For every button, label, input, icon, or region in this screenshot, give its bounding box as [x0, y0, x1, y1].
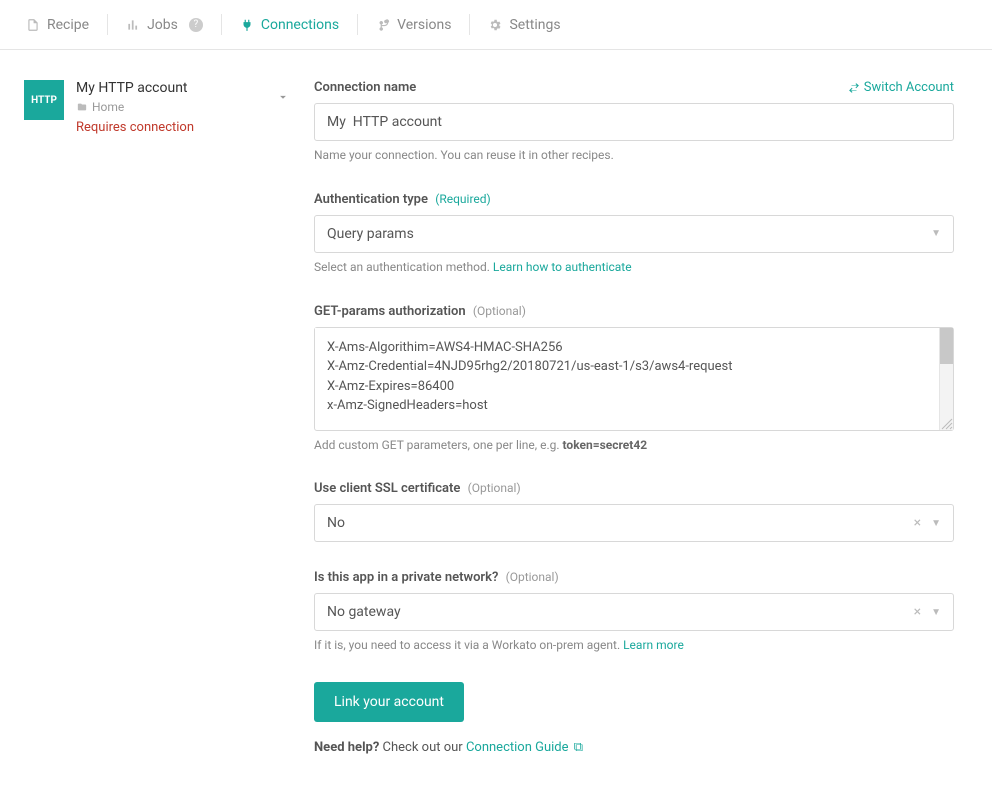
field-label: GET-params authorization [314, 304, 466, 319]
switch-account-link[interactable]: Switch Account [848, 80, 954, 95]
connection-location: Home [76, 100, 260, 114]
http-app-icon: HTTP [24, 80, 64, 120]
tab-recipe[interactable]: Recipe [8, 17, 107, 33]
select-value: No [327, 515, 345, 531]
sidebar: HTTP My HTTP account Home Requires conne… [24, 80, 294, 755]
optional-tag: (Optional) [506, 570, 559, 584]
tab-label: Recipe [47, 17, 89, 33]
main: HTTP My HTTP account Home Requires conne… [0, 50, 992, 795]
link-account-button[interactable]: Link your account [314, 682, 464, 722]
select-value: Query params [327, 226, 414, 242]
tab-label: Connections [261, 17, 339, 33]
hint-text: Add custom GET parameters, one per line,… [314, 438, 563, 452]
tab-label: Settings [509, 17, 560, 33]
caret-down-icon: ▼ [931, 228, 941, 239]
connection-title: My HTTP account [76, 80, 260, 96]
private-network-select[interactable]: No gateway × ▼ [314, 593, 954, 631]
gear-icon [488, 18, 502, 32]
plug-icon [240, 18, 254, 32]
swap-icon [848, 82, 860, 94]
connection-status: Requires connection [76, 120, 260, 135]
required-tag: (Required) [435, 192, 490, 206]
help-icon[interactable]: ? [189, 18, 203, 32]
field-ssl: Use client SSL certificate (Optional) No… [314, 481, 954, 542]
resize-handle[interactable] [939, 416, 953, 430]
help-prefix: Need help? [314, 740, 379, 755]
home-label: Home [92, 100, 124, 114]
help-middle: Check out our [379, 740, 466, 755]
field-label: Is this app in a private network? [314, 570, 498, 585]
connection-name-input[interactable] [314, 103, 954, 141]
field-auth-type: Authentication type (Required) Query par… [314, 192, 954, 276]
tab-jobs[interactable]: Jobs ? [108, 17, 221, 33]
ssl-select[interactable]: No × ▼ [314, 504, 954, 542]
field-connection-name: Connection name Switch Account Name your… [314, 80, 954, 164]
caret-down-icon: ▼ [931, 518, 941, 529]
field-private-network: Is this app in a private network? (Optio… [314, 570, 954, 654]
hint-text: Select an authentication method. [314, 260, 493, 274]
field-label: Authentication type [314, 192, 428, 207]
auth-type-select[interactable]: Query params ▼ [314, 215, 954, 253]
optional-tag: (Optional) [473, 304, 526, 318]
tab-connections[interactable]: Connections [222, 17, 357, 33]
caret-down-icon: ▼ [931, 607, 941, 618]
field-get-params: GET-params authorization (Optional) Add … [314, 304, 954, 454]
hint-example: token=secret42 [563, 438, 648, 452]
clear-icon[interactable]: × [914, 515, 921, 531]
scrollbar[interactable] [939, 328, 953, 430]
bar-chart-icon [126, 18, 140, 32]
field-hint: Name your connection. You can reuse it i… [314, 147, 954, 164]
scrollbar-thumb[interactable] [940, 328, 953, 364]
clear-icon[interactable]: × [914, 604, 921, 620]
learn-more-link[interactable]: Learn more [623, 638, 684, 652]
tab-label: Jobs [147, 17, 178, 33]
switch-account-label: Switch Account [864, 80, 954, 95]
form: Connection name Switch Account Name your… [314, 80, 954, 755]
top-tabs: Recipe Jobs ? Connections Versions [0, 0, 992, 50]
branch-icon [376, 18, 390, 32]
tab-settings[interactable]: Settings [470, 17, 578, 33]
select-value: No gateway [327, 604, 401, 620]
connection-guide-link[interactable]: Connection Guide ⧉ [466, 740, 583, 755]
optional-tag: (Optional) [468, 481, 521, 495]
folder-icon [76, 102, 88, 112]
field-label: Use client SSL certificate [314, 481, 460, 496]
field-label: Connection name [314, 80, 416, 95]
tab-label: Versions [397, 17, 451, 33]
hint-text: If it is, you need to access it via a Wo… [314, 638, 623, 652]
external-link-icon: ⧉ [571, 740, 584, 755]
tab-versions[interactable]: Versions [358, 17, 469, 33]
chevron-down-icon[interactable] [272, 86, 294, 112]
connection-card[interactable]: HTTP My HTTP account Home Requires conne… [24, 80, 294, 135]
learn-auth-link[interactable]: Learn how to authenticate [493, 260, 632, 274]
get-params-textarea[interactable] [315, 328, 939, 426]
file-icon [26, 18, 40, 32]
